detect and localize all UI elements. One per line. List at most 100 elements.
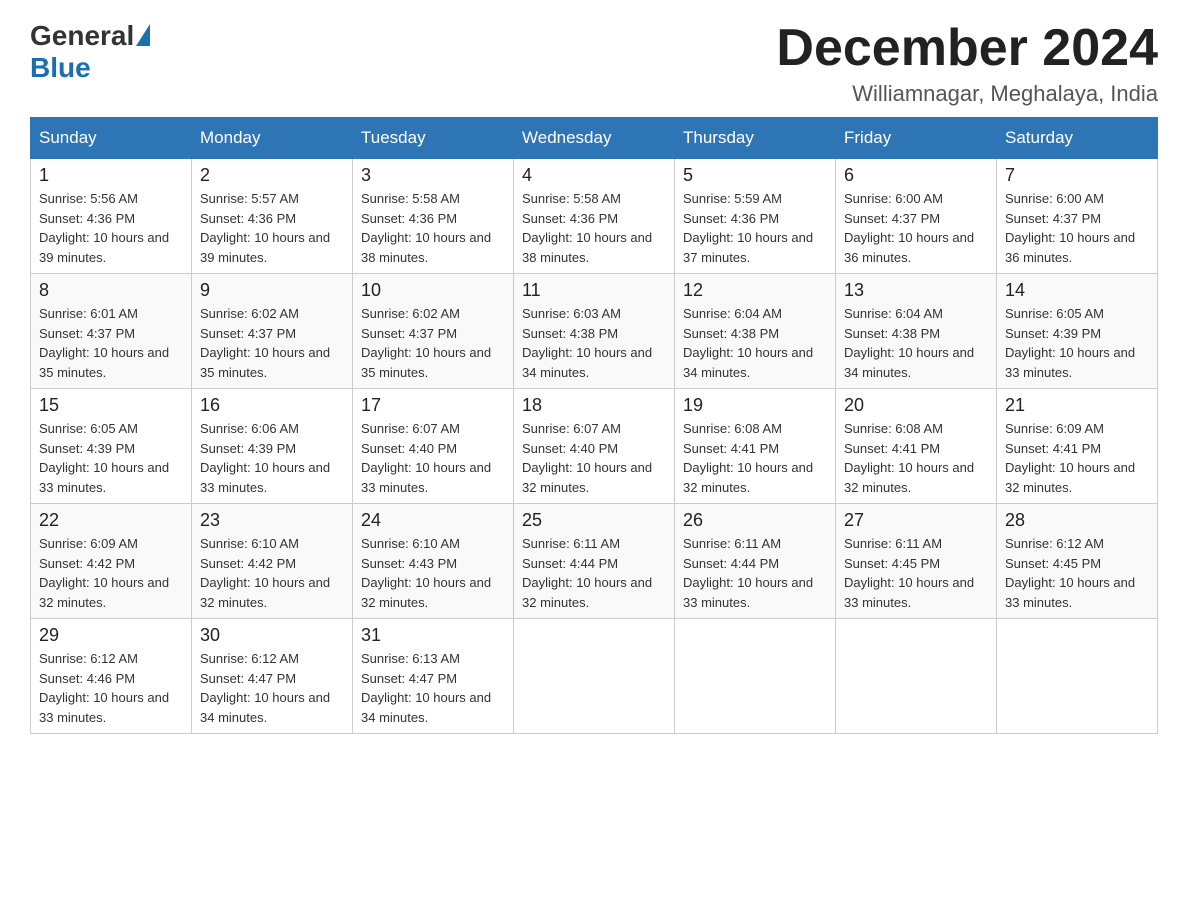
day-info: Sunrise: 6:02 AM Sunset: 4:37 PM Dayligh… [361,304,505,382]
day-number: 15 [39,395,183,416]
day-number: 30 [200,625,344,646]
day-info: Sunrise: 6:11 AM Sunset: 4:44 PM Dayligh… [522,534,666,612]
day-number: 17 [361,395,505,416]
day-number: 28 [1005,510,1149,531]
day-number: 22 [39,510,183,531]
day-info: Sunrise: 6:05 AM Sunset: 4:39 PM Dayligh… [1005,304,1149,382]
calendar-cell: 20 Sunrise: 6:08 AM Sunset: 4:41 PM Dayl… [836,389,997,504]
day-info: Sunrise: 6:11 AM Sunset: 4:44 PM Dayligh… [683,534,827,612]
day-number: 2 [200,165,344,186]
calendar-cell: 8 Sunrise: 6:01 AM Sunset: 4:37 PM Dayli… [31,274,192,389]
day-info: Sunrise: 6:09 AM Sunset: 4:41 PM Dayligh… [1005,419,1149,497]
day-info: Sunrise: 6:04 AM Sunset: 4:38 PM Dayligh… [683,304,827,382]
day-number: 7 [1005,165,1149,186]
calendar-cell: 6 Sunrise: 6:00 AM Sunset: 4:37 PM Dayli… [836,159,997,274]
day-info: Sunrise: 6:03 AM Sunset: 4:38 PM Dayligh… [522,304,666,382]
day-number: 25 [522,510,666,531]
calendar-cell: 22 Sunrise: 6:09 AM Sunset: 4:42 PM Dayl… [31,504,192,619]
calendar-cell: 27 Sunrise: 6:11 AM Sunset: 4:45 PM Dayl… [836,504,997,619]
calendar-cell: 12 Sunrise: 6:04 AM Sunset: 4:38 PM Dayl… [675,274,836,389]
day-info: Sunrise: 5:56 AM Sunset: 4:36 PM Dayligh… [39,189,183,267]
calendar-cell: 13 Sunrise: 6:04 AM Sunset: 4:38 PM Dayl… [836,274,997,389]
day-info: Sunrise: 6:07 AM Sunset: 4:40 PM Dayligh… [522,419,666,497]
day-info: Sunrise: 5:57 AM Sunset: 4:36 PM Dayligh… [200,189,344,267]
day-number: 3 [361,165,505,186]
day-info: Sunrise: 6:10 AM Sunset: 4:43 PM Dayligh… [361,534,505,612]
day-info: Sunrise: 6:06 AM Sunset: 4:39 PM Dayligh… [200,419,344,497]
day-number: 14 [1005,280,1149,301]
day-number: 23 [200,510,344,531]
day-info: Sunrise: 6:08 AM Sunset: 4:41 PM Dayligh… [844,419,988,497]
calendar-cell: 21 Sunrise: 6:09 AM Sunset: 4:41 PM Dayl… [997,389,1158,504]
calendar-cell: 31 Sunrise: 6:13 AM Sunset: 4:47 PM Dayl… [353,619,514,734]
day-header-friday: Friday [836,118,997,159]
month-title: December 2024 [776,20,1158,77]
calendar-cell [997,619,1158,734]
day-number: 4 [522,165,666,186]
day-number: 26 [683,510,827,531]
calendar-cell: 30 Sunrise: 6:12 AM Sunset: 4:47 PM Dayl… [192,619,353,734]
day-header-saturday: Saturday [997,118,1158,159]
day-number: 9 [200,280,344,301]
calendar-week-row: 29 Sunrise: 6:12 AM Sunset: 4:46 PM Dayl… [31,619,1158,734]
day-number: 6 [844,165,988,186]
calendar-cell: 14 Sunrise: 6:05 AM Sunset: 4:39 PM Dayl… [997,274,1158,389]
day-info: Sunrise: 6:01 AM Sunset: 4:37 PM Dayligh… [39,304,183,382]
day-info: Sunrise: 6:02 AM Sunset: 4:37 PM Dayligh… [200,304,344,382]
day-info: Sunrise: 6:12 AM Sunset: 4:46 PM Dayligh… [39,649,183,727]
day-info: Sunrise: 6:12 AM Sunset: 4:47 PM Dayligh… [200,649,344,727]
day-number: 10 [361,280,505,301]
calendar-cell [836,619,997,734]
calendar-cell: 4 Sunrise: 5:58 AM Sunset: 4:36 PM Dayli… [514,159,675,274]
day-info: Sunrise: 6:00 AM Sunset: 4:37 PM Dayligh… [844,189,988,267]
day-number: 5 [683,165,827,186]
day-number: 1 [39,165,183,186]
day-info: Sunrise: 6:09 AM Sunset: 4:42 PM Dayligh… [39,534,183,612]
calendar-week-row: 15 Sunrise: 6:05 AM Sunset: 4:39 PM Dayl… [31,389,1158,504]
calendar-cell: 16 Sunrise: 6:06 AM Sunset: 4:39 PM Dayl… [192,389,353,504]
day-info: Sunrise: 6:12 AM Sunset: 4:45 PM Dayligh… [1005,534,1149,612]
logo: General Blue [30,20,150,84]
calendar-cell: 15 Sunrise: 6:05 AM Sunset: 4:39 PM Dayl… [31,389,192,504]
logo-blue-part [134,24,150,48]
calendar-cell: 25 Sunrise: 6:11 AM Sunset: 4:44 PM Dayl… [514,504,675,619]
day-number: 12 [683,280,827,301]
calendar-cell: 19 Sunrise: 6:08 AM Sunset: 4:41 PM Dayl… [675,389,836,504]
day-number: 20 [844,395,988,416]
day-header-wednesday: Wednesday [514,118,675,159]
calendar-cell: 11 Sunrise: 6:03 AM Sunset: 4:38 PM Dayl… [514,274,675,389]
day-number: 19 [683,395,827,416]
calendar-cell: 24 Sunrise: 6:10 AM Sunset: 4:43 PM Dayl… [353,504,514,619]
day-number: 11 [522,280,666,301]
day-number: 13 [844,280,988,301]
day-header-monday: Monday [192,118,353,159]
calendar-cell [514,619,675,734]
logo-general-text: General [30,20,134,52]
day-info: Sunrise: 6:13 AM Sunset: 4:47 PM Dayligh… [361,649,505,727]
calendar-header-row: SundayMondayTuesdayWednesdayThursdayFrid… [31,118,1158,159]
calendar-cell: 17 Sunrise: 6:07 AM Sunset: 4:40 PM Dayl… [353,389,514,504]
day-info: Sunrise: 6:10 AM Sunset: 4:42 PM Dayligh… [200,534,344,612]
logo-blue-text: Blue [30,52,91,84]
day-number: 24 [361,510,505,531]
calendar-cell: 23 Sunrise: 6:10 AM Sunset: 4:42 PM Dayl… [192,504,353,619]
day-number: 16 [200,395,344,416]
calendar-cell: 26 Sunrise: 6:11 AM Sunset: 4:44 PM Dayl… [675,504,836,619]
day-number: 29 [39,625,183,646]
calendar-cell: 9 Sunrise: 6:02 AM Sunset: 4:37 PM Dayli… [192,274,353,389]
day-info: Sunrise: 6:00 AM Sunset: 4:37 PM Dayligh… [1005,189,1149,267]
location: Williamnagar, Meghalaya, India [776,81,1158,107]
calendar-table: SundayMondayTuesdayWednesdayThursdayFrid… [30,117,1158,734]
calendar-cell: 10 Sunrise: 6:02 AM Sunset: 4:37 PM Dayl… [353,274,514,389]
day-number: 8 [39,280,183,301]
calendar-week-row: 8 Sunrise: 6:01 AM Sunset: 4:37 PM Dayli… [31,274,1158,389]
calendar-cell: 3 Sunrise: 5:58 AM Sunset: 4:36 PM Dayli… [353,159,514,274]
day-header-sunday: Sunday [31,118,192,159]
calendar-cell: 2 Sunrise: 5:57 AM Sunset: 4:36 PM Dayli… [192,159,353,274]
calendar-cell: 28 Sunrise: 6:12 AM Sunset: 4:45 PM Dayl… [997,504,1158,619]
day-number: 27 [844,510,988,531]
calendar-cell: 5 Sunrise: 5:59 AM Sunset: 4:36 PM Dayli… [675,159,836,274]
day-info: Sunrise: 5:58 AM Sunset: 4:36 PM Dayligh… [522,189,666,267]
day-info: Sunrise: 6:11 AM Sunset: 4:45 PM Dayligh… [844,534,988,612]
day-number: 21 [1005,395,1149,416]
